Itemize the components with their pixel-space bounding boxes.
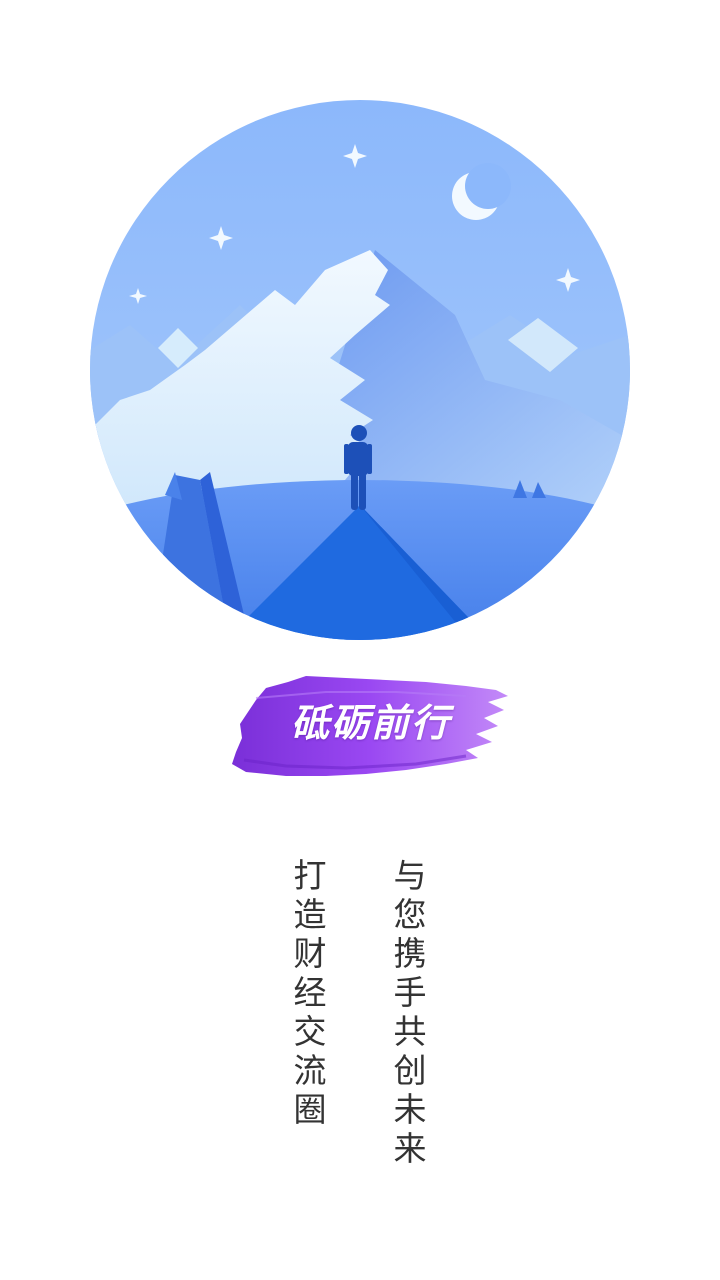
mountain-illustration-icon [90,100,630,640]
slogan-banner: 砥砺前行 [226,668,516,786]
tagline-left: 打造财经交流圈 [293,856,327,1129]
slogan-text: 砥砺前行 [290,700,451,745]
tagline-right: 与您携手共创未来 [393,856,427,1168]
